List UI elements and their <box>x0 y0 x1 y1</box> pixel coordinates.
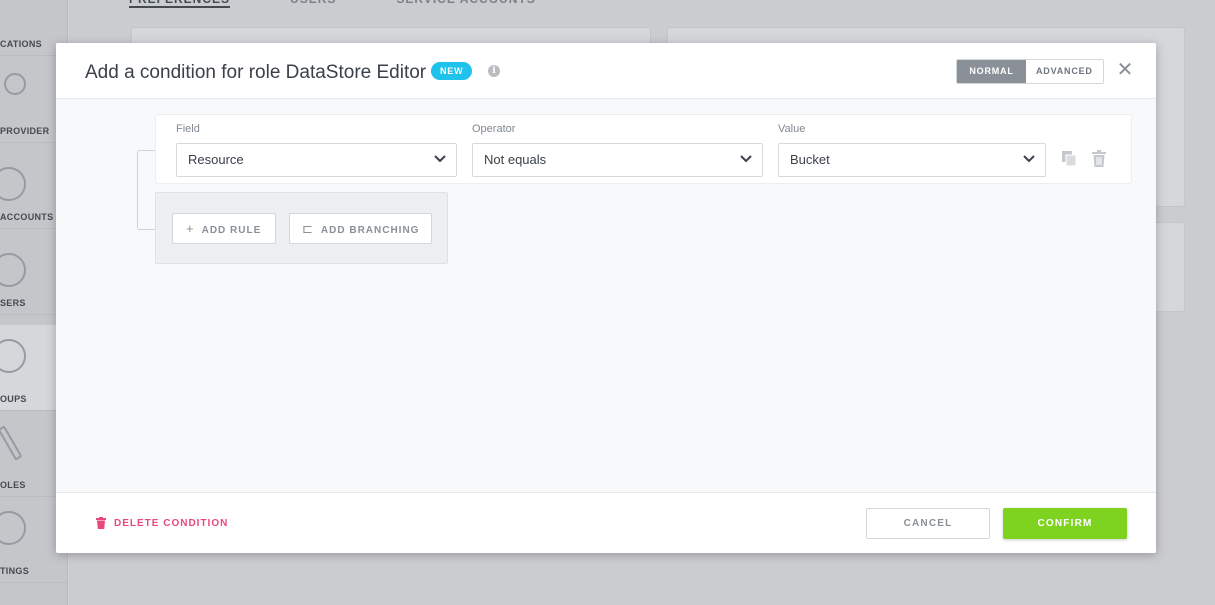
add-branching-label: ADD BRANCHING <box>320 225 420 236</box>
field-group: Field <box>156 123 200 137</box>
operator-label: Operator <box>472 123 516 135</box>
modal-title: Add a condition for role DataStore Edito… <box>85 62 427 83</box>
add-rule-label: ADD RULE <box>201 225 262 236</box>
rule-actions: + ADD RULE ⊏ ADD BRANCHING <box>155 192 448 264</box>
delete-condition-button[interactable]: DELETE CONDITION <box>96 517 228 529</box>
mode-toggle: NORMAL ADVANCED <box>956 59 1104 84</box>
trash-icon[interactable] <box>1091 150 1107 167</box>
modal-footer: DELETE CONDITION CANCEL CONFIRM <box>56 492 1156 553</box>
chevron-down-icon <box>1023 155 1035 163</box>
chevron-down-icon <box>740 155 752 163</box>
add-branching-button[interactable]: ⊏ ADD BRANCHING <box>289 213 432 244</box>
field-select-value: Resource <box>188 152 244 167</box>
value-select-value: Bucket <box>790 152 830 167</box>
branch-icon: ⊏ <box>302 221 314 236</box>
field-select[interactable]: Resource <box>176 143 457 177</box>
trash-icon <box>96 517 106 529</box>
value-select[interactable]: Bucket <box>778 143 1046 177</box>
plus-icon: + <box>186 221 195 236</box>
operator-select[interactable]: Not equals <box>472 143 763 177</box>
operator-select-value: Not equals <box>484 152 547 167</box>
duplicate-icon[interactable] <box>1062 151 1077 167</box>
close-icon[interactable]: ✕ <box>1114 59 1136 81</box>
cancel-button[interactable]: CANCEL <box>866 508 990 539</box>
rule-row: Field Resource Operator Not equals Value… <box>155 114 1132 184</box>
operator-group: Operator <box>452 123 515 137</box>
chevron-down-icon <box>434 155 446 163</box>
condition-builder: Field Resource Operator Not equals Value… <box>56 99 1156 492</box>
delete-condition-label: DELETE CONDITION <box>114 517 229 529</box>
field-label: Field <box>176 123 200 135</box>
value-group: Value <box>758 123 805 137</box>
info-icon[interactable]: i <box>488 65 500 77</box>
add-rule-button[interactable]: + ADD RULE <box>172 213 276 244</box>
confirm-button[interactable]: CONFIRM <box>1003 508 1127 539</box>
advanced-mode-button[interactable]: ADVANCED <box>1026 60 1103 83</box>
add-condition-modal: Add a condition for role DataStore Edito… <box>56 43 1156 553</box>
value-label: Value <box>778 123 806 135</box>
tree-bracket <box>137 150 155 230</box>
normal-mode-button[interactable]: NORMAL <box>957 60 1026 83</box>
modal-header: Add a condition for role DataStore Edito… <box>56 43 1156 99</box>
new-badge: NEW <box>431 62 473 80</box>
